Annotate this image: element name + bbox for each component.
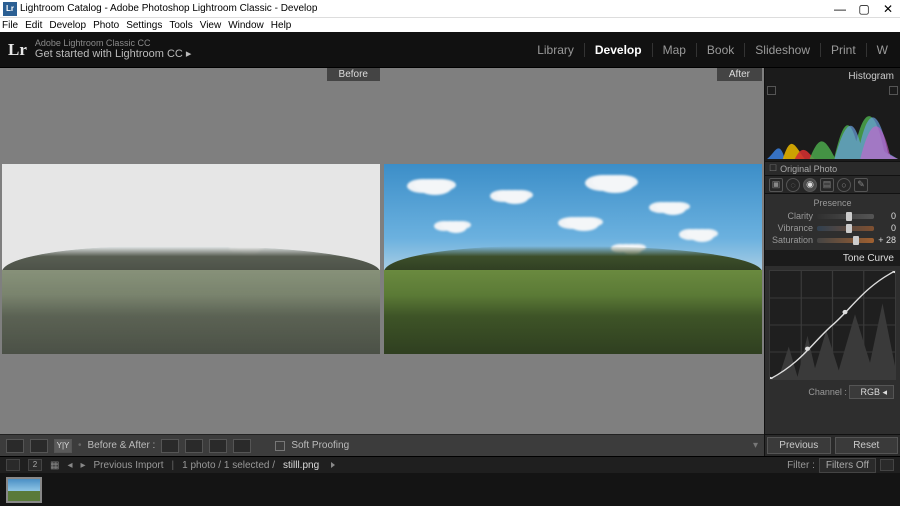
before-after-lr-icon[interactable] <box>30 439 48 453</box>
source-label[interactable]: Previous Import <box>94 460 164 471</box>
clarity-value: 0 <box>878 211 896 221</box>
before-after-label: Before & After : <box>88 440 156 451</box>
thumbnail[interactable] <box>6 477 42 503</box>
filename-label: stilll.png <box>283 460 319 471</box>
vibrance-label: Vibrance <box>769 223 813 233</box>
ba-mode-1-icon[interactable] <box>161 439 179 453</box>
menu-develop[interactable]: Develop <box>49 20 86 31</box>
thumbnail-strip[interactable] <box>0 473 900 506</box>
menubar: File Edit Develop Photo Settings Tools V… <box>0 18 900 32</box>
module-library[interactable]: Library <box>527 43 585 57</box>
menu-view[interactable]: View <box>200 20 222 31</box>
second-window-icon[interactable] <box>6 459 20 471</box>
before-after-split-icon[interactable]: Y|Y <box>54 439 72 453</box>
nav-back-icon[interactable]: ◂ <box>67 460 72 471</box>
right-panel: Histogram ☐ Original Photo ▣ ◌ <box>764 68 900 456</box>
histogram[interactable] <box>765 84 900 162</box>
grid-icon[interactable]: ▦ <box>50 460 59 471</box>
channel-popup[interactable]: RGB ◂ <box>849 385 894 399</box>
tone-curve[interactable] <box>769 270 896 380</box>
window-titlebar: Lr Lightroom Catalog - Adobe Photoshop L… <box>0 0 900 18</box>
lightroom-logo: Lr <box>8 40 27 60</box>
crop-tool-icon[interactable]: ▣ <box>769 178 783 192</box>
after-pane[interactable] <box>384 86 762 432</box>
brush-tool-icon[interactable]: ✎ <box>854 178 868 192</box>
menu-window[interactable]: Window <box>228 20 264 31</box>
ba-swap-icon[interactable] <box>233 439 251 453</box>
channel-label: Channel : <box>808 387 847 397</box>
soft-proof-label: Soft Proofing <box>291 440 349 451</box>
before-pane[interactable] <box>2 86 380 432</box>
before-photo <box>2 164 380 354</box>
saturation-label: Saturation <box>769 235 813 245</box>
filter-label: Filter : <box>787 460 815 471</box>
highlight-clip-icon[interactable] <box>889 86 898 95</box>
original-photo-label: Original Photo <box>780 164 837 174</box>
presence-title: Presence <box>765 194 900 210</box>
original-photo-row[interactable]: ☐ Original Photo <box>765 162 900 176</box>
histogram-header[interactable]: Histogram <box>765 68 900 84</box>
module-map[interactable]: Map <box>653 43 697 57</box>
redeye-tool-icon[interactable]: ◉ <box>803 178 817 192</box>
window-maximize-button[interactable]: ▢ <box>852 0 876 18</box>
secondary-toolbar: Y|Y • Before & After : Soft Proofing ▾ <box>0 434 764 456</box>
channel-row: Channel : RGB ◂ <box>765 384 900 401</box>
identity-plate[interactable]: Adobe Lightroom Classic CC Get started w… <box>35 39 192 61</box>
app-icon: Lr <box>3 2 17 16</box>
radial-filter-icon[interactable]: ○ <box>837 178 851 192</box>
module-web[interactable]: W <box>867 43 892 57</box>
filter-popup[interactable]: Filters Off <box>819 458 876 473</box>
brand-small: Adobe Lightroom Classic CC <box>35 39 192 49</box>
screen-select-icon[interactable]: 2 <box>28 459 42 471</box>
before-tag: Before <box>327 68 380 81</box>
vibrance-value: 0 <box>878 223 896 233</box>
local-tools-row: ▣ ◌ ◉ ▤ ○ ✎ <box>765 176 900 194</box>
loupe-view-icon[interactable] <box>6 439 24 453</box>
menu-settings[interactable]: Settings <box>126 20 162 31</box>
nav-fwd-icon[interactable]: ▸ <box>80 460 85 471</box>
shadow-clip-icon[interactable] <box>767 86 776 95</box>
clarity-slider[interactable]: Clarity 0 <box>765 210 900 222</box>
vibrance-slider[interactable]: Vibrance 0 <box>765 222 900 234</box>
tone-curve-header[interactable]: Tone Curve <box>765 250 900 266</box>
after-tag: After <box>717 68 762 81</box>
module-develop[interactable]: Develop <box>585 43 653 57</box>
ba-mode-3-icon[interactable] <box>209 439 227 453</box>
after-photo <box>384 164 762 354</box>
filmstrip: 2 ▦ ◂ ▸ Previous Import | 1 photo / 1 se… <box>0 456 900 506</box>
window-close-button[interactable]: ✕ <box>876 0 900 18</box>
spot-tool-icon[interactable]: ◌ <box>786 178 800 192</box>
app-window: Lr Lightroom Catalog - Adobe Photoshop L… <box>0 0 900 506</box>
module-slideshow[interactable]: Slideshow <box>745 43 821 57</box>
separator: • <box>78 440 82 451</box>
saturation-value: + 28 <box>878 235 896 245</box>
reset-button[interactable]: Reset <box>835 437 899 454</box>
menu-file[interactable]: File <box>2 20 18 31</box>
module-book[interactable]: Book <box>697 43 745 57</box>
filter-lock-icon[interactable] <box>880 459 894 471</box>
menu-tools[interactable]: Tools <box>169 20 192 31</box>
window-minimize-button[interactable]: — <box>828 0 852 18</box>
saturation-slider[interactable]: Saturation + 28 <box>765 234 900 246</box>
grad-filter-icon[interactable]: ▤ <box>820 178 834 192</box>
module-picker-bar: Lr Adobe Lightroom Classic CC Get starte… <box>0 32 900 68</box>
filmstrip-bar: 2 ▦ ◂ ▸ Previous Import | 1 photo / 1 se… <box>0 457 900 473</box>
previous-button[interactable]: Previous <box>767 437 831 454</box>
brand-sub: Get started with Lightroom CC ▸ <box>35 48 192 60</box>
menu-edit[interactable]: Edit <box>25 20 42 31</box>
toolbar-chevron-icon[interactable]: ▾ <box>753 440 758 451</box>
module-print[interactable]: Print <box>821 43 867 57</box>
clarity-label: Clarity <box>769 211 813 221</box>
count-label: 1 photo / 1 selected / <box>182 460 275 471</box>
window-title: Lightroom Catalog - Adobe Photoshop Ligh… <box>20 3 317 14</box>
ba-mode-2-icon[interactable] <box>185 439 203 453</box>
menu-help[interactable]: Help <box>271 20 292 31</box>
chevron-down-icon[interactable] <box>331 462 335 468</box>
preview-canvas: Before After <box>0 68 764 456</box>
soft-proof-checkbox[interactable] <box>275 441 285 451</box>
menu-photo[interactable]: Photo <box>93 20 119 31</box>
